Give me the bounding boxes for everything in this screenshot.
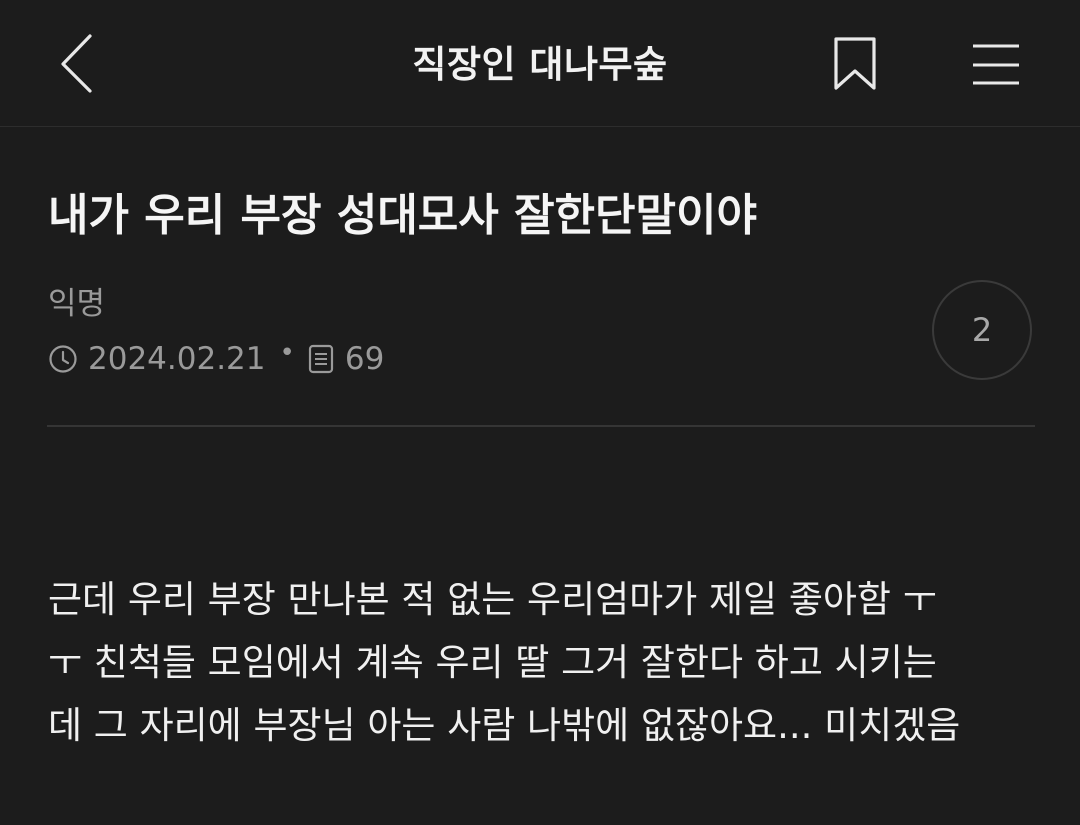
clock-icon	[49, 345, 77, 373]
post-date: 2024.02.21	[88, 341, 266, 377]
document-icon	[308, 344, 333, 374]
bookmark-icon	[834, 37, 876, 90]
post-meta: 2024.02.21 • 69	[48, 336, 384, 382]
hamburger-menu-icon	[973, 44, 1019, 85]
author-name: 익명	[48, 286, 106, 322]
menu-button[interactable]	[966, 36, 1028, 94]
post-body-line: 근데 우리 부장 만나본 적 없는 우리엄마가 제일 좋아함 ㅜ	[48, 578, 937, 621]
meta-separator: •	[279, 338, 295, 368]
board-title: 직장인 대나무숲	[412, 43, 668, 86]
post-title: 내가 우리 부장 성대모사 잘한단말이야	[48, 190, 757, 241]
bookmark-button[interactable]	[826, 30, 886, 100]
comment-count-badge[interactable]: 2	[932, 280, 1032, 380]
divider	[47, 425, 1035, 427]
view-count: 69	[344, 341, 385, 377]
post-body-line: 데 그 자리에 부장님 아는 사람 나밖에 없잖아요... 미치겠음	[48, 704, 961, 747]
post-body: 근데 우리 부장 만나본 적 없는 우리엄마가 제일 좋아함 ㅜ ㅜ 친척들 모…	[48, 568, 1033, 757]
top-app-bar: 직장인 대나무숲	[0, 0, 1080, 127]
post-body-line: ㅜ 친척들 모임에서 계속 우리 딸 그거 잘한다 하고 시키는	[48, 641, 937, 684]
